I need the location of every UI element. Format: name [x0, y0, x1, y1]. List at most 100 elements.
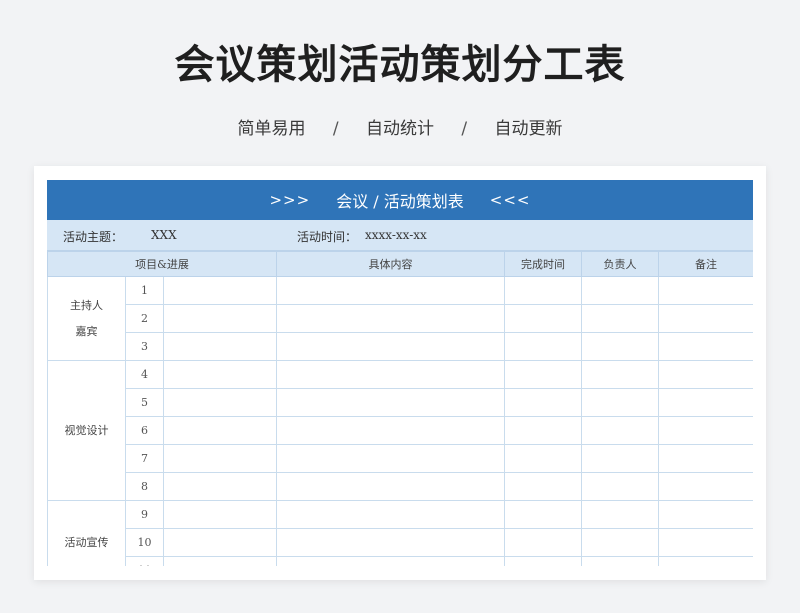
time-label: 活动时间： [297, 230, 358, 244]
content-cell[interactable] [276, 304, 505, 333]
banner-left-arrows: >>> [269, 191, 311, 209]
remark-cell[interactable] [658, 332, 753, 361]
table-banner: >>> 会议 / 活动策划表 <<< [47, 180, 753, 220]
subtitle-item: 简单易用 [237, 119, 306, 139]
remark-cell[interactable] [658, 472, 753, 501]
content-cell[interactable] [276, 388, 505, 417]
owner-cell[interactable] [581, 388, 659, 417]
table-row: 2 [48, 304, 753, 333]
row-number: 10 [125, 528, 164, 557]
content-cell[interactable] [276, 276, 505, 305]
progress-cell[interactable] [163, 500, 277, 529]
table-row: 6 [48, 416, 753, 445]
progress-cell[interactable] [163, 472, 277, 501]
time-value[interactable]: xxxx-xx-xx [365, 228, 427, 242]
progress-cell[interactable] [163, 528, 277, 557]
page-title: 会议策划活动策划分工表 [174, 42, 626, 88]
row-number: 9 [125, 500, 164, 529]
table-row: 8 [48, 472, 753, 501]
subtitle-separator: / [461, 119, 468, 139]
group-label-line: 主持人 [70, 298, 103, 312]
row-number: 2 [125, 304, 164, 333]
owner-cell[interactable] [581, 444, 659, 473]
owner-cell[interactable] [581, 360, 659, 389]
header-row: 项目&进展 具体内容 完成时间 负责人 备注 [47, 251, 753, 277]
finish-time-cell[interactable] [504, 304, 582, 333]
row-number: 5 [125, 388, 164, 417]
progress-cell[interactable] [163, 444, 277, 473]
finish-time-cell[interactable] [504, 500, 582, 529]
progress-cell[interactable] [163, 416, 277, 445]
progress-cell[interactable] [163, 388, 277, 417]
group-label[interactable]: 活动宣传 [47, 500, 126, 566]
content-cell[interactable] [276, 472, 505, 501]
content-cell[interactable] [276, 360, 505, 389]
finish-time-cell[interactable] [504, 528, 582, 557]
progress-cell[interactable] [163, 276, 277, 305]
progress-cell[interactable] [163, 332, 277, 361]
remark-cell[interactable] [658, 276, 753, 305]
owner-cell[interactable] [581, 276, 659, 305]
remark-cell[interactable] [658, 444, 753, 473]
column-header: 项目&进展 [47, 251, 277, 277]
group-label[interactable]: 主持人 嘉宾 [47, 276, 126, 361]
finish-time-cell[interactable] [504, 276, 582, 305]
banner-right-arrows: <<< [489, 191, 531, 209]
owner-cell[interactable] [581, 304, 659, 333]
finish-time-cell[interactable] [504, 360, 582, 389]
remark-cell[interactable] [658, 556, 753, 566]
column-header: 备注 [658, 251, 753, 277]
sheet: >>> 会议 / 活动策划表 <<< 活动主题： XXX 活动时间： xxxx-… [47, 180, 753, 566]
row-number: 11 [125, 556, 164, 566]
content-cell[interactable] [276, 556, 505, 566]
finish-time-cell[interactable] [504, 472, 582, 501]
progress-cell[interactable] [163, 556, 277, 566]
row-number: 1 [125, 276, 164, 305]
table-row: 5 [48, 388, 753, 417]
content-cell[interactable] [276, 416, 505, 445]
column-header: 具体内容 [276, 251, 505, 277]
finish-time-cell[interactable] [504, 388, 582, 417]
owner-cell[interactable] [581, 556, 659, 566]
table-row: 3 [48, 332, 753, 361]
group-label-line: 视觉设计 [64, 423, 109, 437]
remark-cell[interactable] [658, 304, 753, 333]
table-row: 主持人 嘉宾 1 [47, 276, 753, 361]
row-number: 7 [125, 444, 164, 473]
column-header: 负责人 [581, 251, 659, 277]
progress-cell[interactable] [163, 360, 277, 389]
owner-cell[interactable] [581, 416, 659, 445]
owner-cell[interactable] [581, 332, 659, 361]
remark-cell[interactable] [658, 360, 753, 389]
finish-time-cell[interactable] [504, 416, 582, 445]
finish-time-cell[interactable] [504, 332, 582, 361]
finish-time-cell[interactable] [504, 556, 582, 566]
subtitle: 简单易用 / 自动统计 / 自动更新 [0, 114, 800, 139]
theme-label: 活动主题： [63, 230, 124, 244]
owner-cell[interactable] [581, 472, 659, 501]
subtitle-separator: / [332, 119, 339, 139]
theme-value[interactable]: XXX [151, 228, 177, 242]
group-label-line: 活动宣传 [64, 535, 109, 549]
remark-cell[interactable] [658, 500, 753, 529]
owner-cell[interactable] [581, 528, 659, 557]
group-label-line: 嘉宾 [75, 324, 98, 338]
finish-time-cell[interactable] [504, 444, 582, 473]
remark-cell[interactable] [658, 416, 753, 445]
table-row: 11 [48, 556, 753, 566]
row-number: 4 [125, 360, 164, 389]
content-cell[interactable] [276, 332, 505, 361]
progress-cell[interactable] [163, 304, 277, 333]
remark-cell[interactable] [658, 528, 753, 557]
row-number: 3 [125, 332, 164, 361]
subtitle-item: 自动统计 [366, 119, 434, 139]
owner-cell[interactable] [581, 500, 659, 529]
content-cell[interactable] [276, 500, 505, 529]
group-label[interactable]: 视觉设计 [47, 360, 126, 501]
table-row: 10 [48, 528, 753, 557]
table-row: 7 [48, 444, 753, 473]
content-cell[interactable] [276, 528, 505, 557]
remark-cell[interactable] [658, 388, 753, 417]
task-table: 项目&进展 具体内容 完成时间 负责人 备注 主持人 嘉宾 1 2 3 视觉设计 4 5 6 7 8… [47, 251, 753, 566]
content-cell[interactable] [276, 444, 505, 473]
